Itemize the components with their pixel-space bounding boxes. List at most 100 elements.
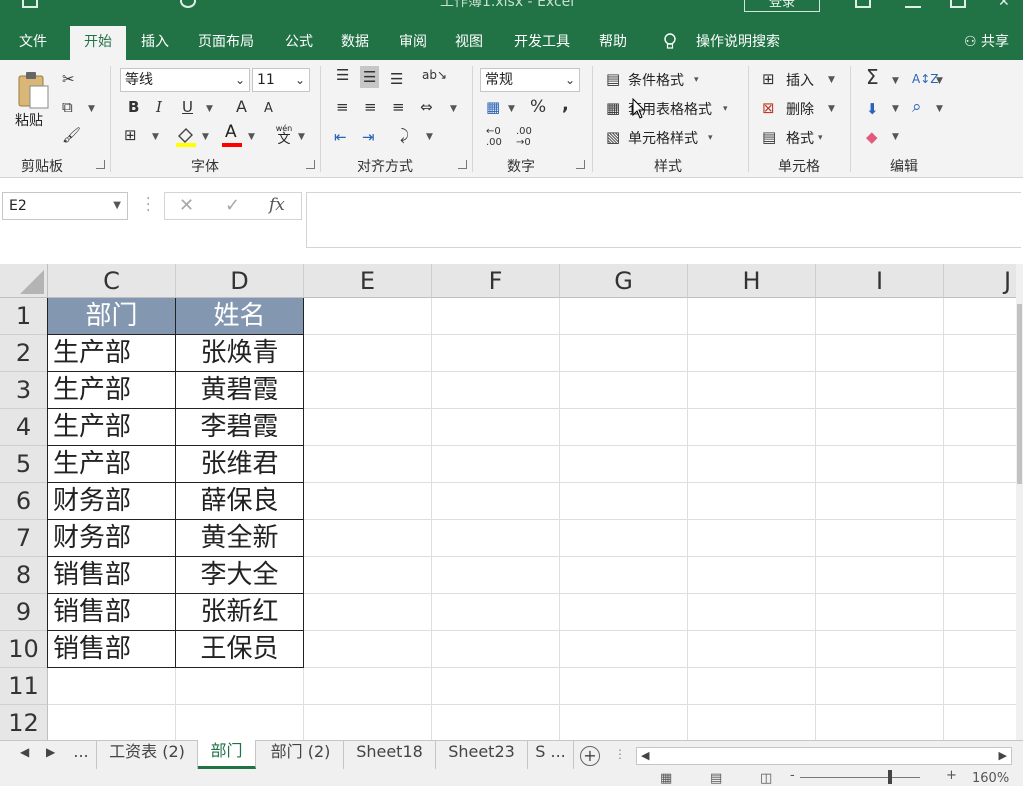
- percent-button[interactable]: %: [530, 98, 546, 116]
- conditional-format-button[interactable]: ▤ 条件格式 ▾: [606, 70, 746, 92]
- horizontal-scrollbar[interactable]: ◀ ▶: [636, 747, 1012, 765]
- row-header[interactable]: 8: [0, 557, 48, 594]
- tab-developer[interactable]: 开发工具: [504, 24, 580, 60]
- merge-dropdown-icon[interactable]: ▼: [450, 104, 457, 114]
- zoom-out-button[interactable]: -: [790, 768, 795, 783]
- row-header[interactable]: 5: [0, 446, 48, 483]
- font-color-button[interactable]: A: [220, 122, 244, 148]
- department-cell[interactable]: 销售部: [48, 557, 176, 594]
- tab-review[interactable]: 审阅: [388, 24, 438, 60]
- department-cell[interactable]: 财务部: [48, 483, 176, 520]
- find-select-icon[interactable]: ⌕: [912, 98, 922, 116]
- align-center-icon[interactable]: ≡: [364, 98, 377, 116]
- minimize-icon[interactable]: [905, 0, 921, 8]
- column-header[interactable]: D: [176, 264, 304, 298]
- merge-center-icon[interactable]: ⇔: [420, 98, 433, 116]
- bold-button[interactable]: B: [128, 98, 139, 116]
- cancel-icon[interactable]: ✕: [179, 195, 194, 216]
- department-cell[interactable]: 生产部: [48, 335, 176, 372]
- save-icon[interactable]: [22, 0, 38, 8]
- share-button[interactable]: ⚇ 共享: [964, 24, 1009, 60]
- font-color-dropdown-icon[interactable]: ▼: [248, 132, 255, 142]
- department-cell[interactable]: 生产部: [48, 446, 176, 483]
- close-icon[interactable]: ✕: [998, 0, 1014, 10]
- cell-styles-button[interactable]: ▧ 单元格样式 ▾: [606, 128, 746, 150]
- enter-icon[interactable]: ✓: [225, 195, 240, 216]
- column-header[interactable]: H: [688, 264, 816, 298]
- format-painter-icon[interactable]: 🖌: [62, 126, 81, 144]
- login-button[interactable]: 登录: [744, 0, 820, 12]
- italic-button[interactable]: I: [156, 98, 162, 116]
- column-header[interactable]: C: [48, 264, 176, 298]
- name-cell[interactable]: 张焕青: [176, 335, 304, 372]
- zoom-slider-knob[interactable]: [888, 770, 892, 784]
- copy-dropdown-icon[interactable]: ▼: [88, 104, 95, 114]
- underline-button[interactable]: U: [182, 98, 193, 116]
- row-header[interactable]: 1: [0, 298, 48, 335]
- row-header[interactable]: 6: [0, 483, 48, 520]
- fill-color-icon[interactable]: [174, 124, 198, 148]
- column-header[interactable]: I: [816, 264, 944, 298]
- table-header-cell[interactable]: 姓名: [176, 298, 304, 335]
- tell-me-search[interactable]: 操作说明搜索: [690, 24, 786, 60]
- page-layout-view-icon[interactable]: ▤: [710, 771, 722, 786]
- row-header[interactable]: 9: [0, 594, 48, 631]
- department-cell[interactable]: 生产部: [48, 372, 176, 409]
- name-cell[interactable]: 李大全: [176, 557, 304, 594]
- border-dropdown-icon[interactable]: ▼: [152, 132, 159, 142]
- scroll-right-icon[interactable]: ▶: [999, 749, 1007, 762]
- tab-file[interactable]: 文件: [8, 24, 58, 60]
- column-header[interactable]: G: [560, 264, 688, 298]
- wrap-text-icon[interactable]: ⤸: [400, 126, 409, 144]
- name-cell[interactable]: 薛保良: [176, 483, 304, 520]
- row-header[interactable]: 4: [0, 409, 48, 446]
- wrap-dropdown-icon[interactable]: ▼: [426, 132, 433, 142]
- row-header[interactable]: 11: [0, 668, 48, 705]
- tab-page-layout[interactable]: 页面布局: [188, 24, 264, 60]
- autosum-button[interactable]: Σ: [866, 67, 879, 87]
- vertical-scroll-thumb[interactable]: [1017, 304, 1022, 484]
- sheet-tab-sheet18[interactable]: Sheet18: [344, 741, 436, 769]
- sheet-tab-gongzibiao-2[interactable]: 工资表 (2): [96, 741, 198, 769]
- format-as-table-button[interactable]: ▦ 套用表格格式 ▾: [606, 99, 746, 121]
- add-sheet-icon[interactable]: +: [580, 746, 600, 766]
- name-cell[interactable]: 王保员: [176, 631, 304, 668]
- cut-icon[interactable]: ✂: [62, 70, 75, 88]
- sheet-tab-overflow[interactable]: ...: [66, 741, 96, 769]
- splitter-handle[interactable]: · · ·: [146, 192, 150, 218]
- tab-home[interactable]: 开始: [70, 26, 126, 60]
- align-bottom-icon[interactable]: ☰: [390, 70, 403, 88]
- align-left-icon[interactable]: ≡: [336, 98, 349, 116]
- zoom-slider[interactable]: [800, 777, 920, 778]
- increase-indent-icon[interactable]: ⇥: [362, 128, 375, 146]
- fill-dropdown-icon[interactable]: ▼: [202, 132, 209, 142]
- page-break-view-icon[interactable]: ◫: [760, 771, 772, 786]
- select-all-button[interactable]: [0, 264, 48, 298]
- copy-icon[interactable]: ⧉: [62, 98, 73, 116]
- row-header[interactable]: 10: [0, 631, 48, 668]
- align-top-icon[interactable]: ☰: [336, 66, 349, 84]
- font-launcher-icon[interactable]: [306, 160, 315, 169]
- row-header[interactable]: 7: [0, 520, 48, 557]
- maximize-icon[interactable]: [950, 0, 966, 8]
- zoom-level[interactable]: 160%: [972, 771, 1009, 786]
- find-dropdown-icon[interactable]: ▼: [936, 104, 943, 114]
- tab-splitter-handle[interactable]: ⋮: [614, 747, 626, 761]
- fill-dropdown-icon[interactable]: ▼: [892, 104, 899, 114]
- department-cell[interactable]: 生产部: [48, 409, 176, 446]
- zoom-in-button[interactable]: +: [946, 768, 957, 783]
- align-right-icon[interactable]: ≡: [392, 98, 405, 116]
- paste-button[interactable]: [16, 70, 52, 112]
- tab-help[interactable]: 帮助: [590, 24, 636, 60]
- decrease-decimal-icon[interactable]: .00 →0: [516, 126, 532, 148]
- ribbon-display-icon[interactable]: [855, 0, 871, 8]
- sort-dropdown-icon[interactable]: ▼: [936, 76, 943, 86]
- tab-view[interactable]: 视图: [444, 24, 494, 60]
- vertical-scrollbar[interactable]: [1016, 264, 1023, 740]
- font-name-box[interactable]: 等线 ⌄: [120, 68, 250, 92]
- decrease-indent-icon[interactable]: ⇤: [334, 128, 347, 146]
- next-sheet-icon[interactable]: ▶: [46, 745, 55, 759]
- font-size-box[interactable]: 11 ⌄: [252, 68, 310, 92]
- underline-dropdown-icon[interactable]: ▼: [206, 104, 213, 114]
- column-header[interactable]: J: [944, 264, 1016, 298]
